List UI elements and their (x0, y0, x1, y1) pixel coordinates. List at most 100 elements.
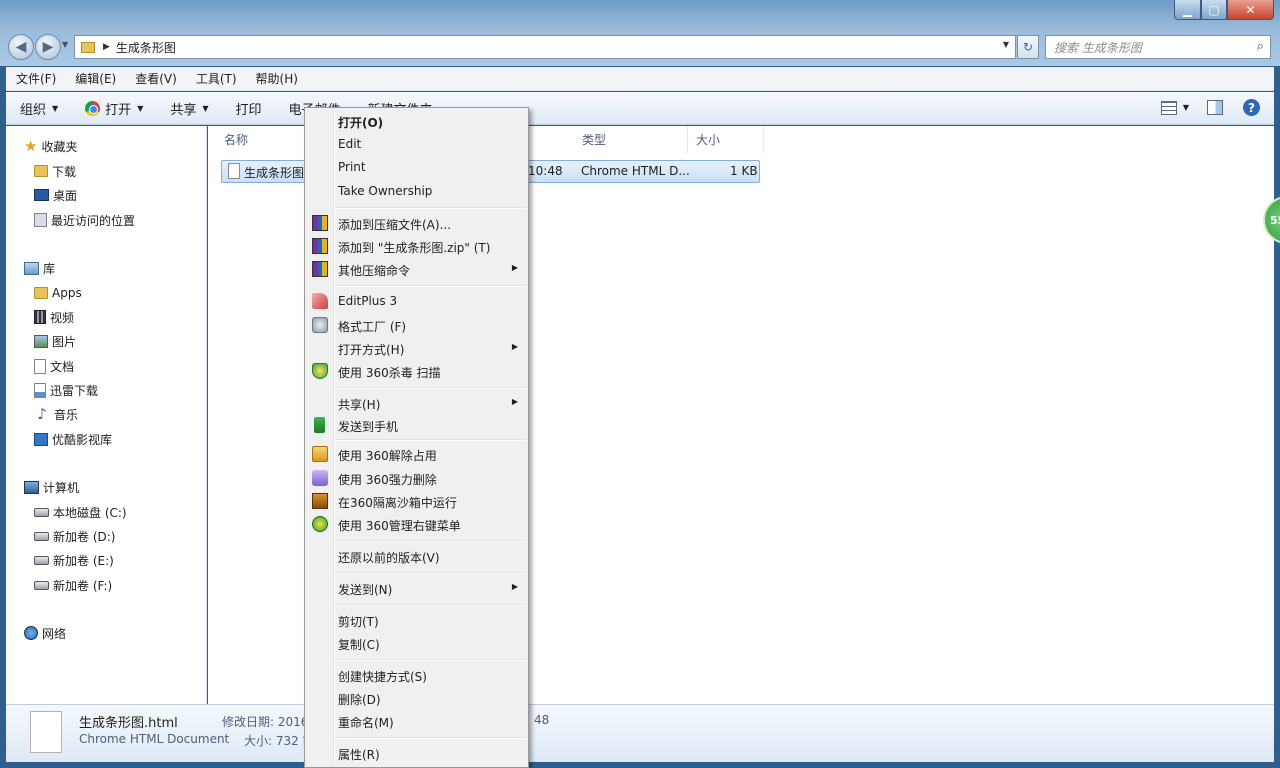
preview-pane-icon[interactable] (1207, 100, 1223, 115)
sidebar-item-downloads[interactable]: 下载 (34, 161, 76, 181)
address-dropdown-icon[interactable]: ▼ (1003, 40, 1009, 49)
open-button[interactable]: 打开 ▼ (71, 99, 156, 118)
menu-label: Take Ownership (338, 184, 433, 198)
organize-button[interactable]: 组织 ▼ (6, 99, 71, 118)
sidebar-label: 库 (43, 261, 56, 276)
menu-label: 删除(D) (338, 693, 381, 707)
menu-item-rename[interactable]: 重命名(M) (307, 710, 526, 732)
column-header-type[interactable]: 类型 (574, 126, 688, 153)
sidebar-item-recent[interactable]: 最近访问的位置 (34, 210, 135, 230)
column-label: 类型 (582, 133, 607, 147)
menu-item-print[interactable]: Print (307, 156, 526, 178)
menu-item-unlock-360[interactable]: 使用 360解除占用 (307, 443, 526, 465)
menu-item-open-with[interactable]: 打开方式(H) ▶ (307, 337, 526, 359)
menu-separator (335, 604, 526, 606)
view-options-icon[interactable] (1160, 100, 1177, 115)
menu-item-cut[interactable]: 剪切(T) (307, 609, 526, 631)
breadcrumb-chevron-icon[interactable]: ▶ (103, 42, 110, 52)
menu-item-add-zip[interactable]: 添加到 "生成条形图.zip" (T) (307, 235, 526, 257)
menu-label: 剪切(T) (338, 615, 379, 629)
share-label: 共享 (170, 102, 197, 118)
sidebar-item-desktop[interactable]: 桌面 (34, 185, 77, 205)
sidebar-item-drive-c[interactable]: 本地磁盘 (C:) (34, 502, 127, 522)
forward-button[interactable]: ▶ (35, 34, 61, 60)
column-header-size[interactable]: 大小 (688, 126, 764, 153)
phone-icon (314, 417, 325, 433)
sidebar-item-youku[interactable]: 优酷影视库 (34, 429, 112, 449)
recent-pages-dropdown[interactable]: ▼ (62, 40, 68, 49)
menu-item-manage-menu[interactable]: 使用 360管理右键菜单 (307, 513, 526, 535)
sidebar-item-apps[interactable]: Apps (34, 283, 82, 303)
refresh-button[interactable]: ↻ (1017, 35, 1039, 59)
hard-drive-icon (34, 507, 49, 517)
menu-item-restore[interactable]: 还原以前的版本(V) (307, 545, 526, 567)
menu-item-shortcut[interactable]: 创建快捷方式(S) (307, 664, 526, 686)
search-icon[interactable]: ⌕ (1257, 39, 1264, 54)
menu-item-send-to[interactable]: 发送到(N) ▶ (307, 577, 526, 599)
menu-item-edit[interactable]: Edit (307, 133, 526, 155)
minimize-button[interactable]: ▁ (1174, 0, 1201, 20)
sidebar-item-libraries[interactable]: 库 (24, 258, 55, 278)
menu-item-copy[interactable]: 复制(C) (307, 632, 526, 654)
sidebar-label: 桌面 (53, 188, 78, 203)
sidebar-item-xunlei[interactable]: 迅雷下载 (34, 380, 98, 400)
search-input[interactable]: 搜索 生成条形图 ⌕ (1045, 35, 1271, 59)
menu-item-delete[interactable]: 删除(D) (307, 687, 526, 709)
chevron-down-icon[interactable]: ▼ (1183, 103, 1189, 112)
column-header-name[interactable]: 名称 (216, 126, 316, 153)
sidebar-item-favorites[interactable]: ★ 收藏夹 (24, 136, 77, 156)
sidebar-label: 收藏夹 (41, 139, 78, 154)
sidebar-item-drive-f[interactable]: 新加卷 (F:) (34, 575, 112, 595)
download-folder-icon (34, 382, 46, 398)
menu-item-other-compress[interactable]: 其他压缩命令 ▶ (307, 258, 526, 280)
breadcrumb-current[interactable]: 生成条形图 (116, 39, 176, 56)
submenu-arrow-icon: ▶ (511, 263, 518, 272)
sidebar-item-pictures[interactable]: 图片 (34, 331, 76, 351)
command-bar: 组织▼ 打开▼ 共享▼ 打印 电子邮件 新建文件夹 ▼ ? (6, 92, 1274, 125)
menu-item-format-factory[interactable]: 格式工厂 (F) (307, 314, 526, 336)
sidebar-label: 音乐 (54, 407, 79, 422)
folder-icon (34, 287, 48, 299)
details-filename: 生成条形图.html (79, 716, 178, 731)
menu-item-sandbox[interactable]: 在360隔离沙箱中运行 (307, 490, 526, 512)
maximize-button[interactable]: ▢ (1201, 0, 1227, 20)
menu-label: 重命名(M) (338, 716, 394, 730)
antivirus-shield-icon (312, 363, 328, 379)
sidebar-item-computer[interactable]: 计算机 (24, 477, 79, 497)
menu-edit[interactable]: 编辑(E) (65, 70, 125, 87)
sidebar-item-drive-d[interactable]: 新加卷 (D:) (34, 526, 115, 546)
menu-label: 添加到压缩文件(A)... (338, 218, 452, 232)
hard-drive-icon (34, 531, 49, 541)
chevron-down-icon: ▼ (137, 103, 144, 113)
menu-help[interactable]: 帮助(H) (246, 70, 307, 87)
menu-item-editplus[interactable]: EditPlus 3 (307, 290, 526, 312)
share-button[interactable]: 共享 ▼ (156, 99, 221, 118)
format-factory-icon (312, 317, 328, 333)
sidebar-item-videos[interactable]: 视频 (34, 307, 74, 327)
sidebar-item-network[interactable]: 网络 (24, 623, 66, 643)
chevron-down-icon: ▼ (52, 103, 59, 113)
star-icon: ★ (24, 137, 38, 155)
close-button[interactable]: ✕ (1227, 0, 1274, 20)
menu-item-properties[interactable]: 属性(R) (307, 742, 526, 764)
menu-item-open[interactable]: 打开(O) (307, 110, 526, 132)
back-button[interactable]: ◀ (8, 34, 34, 60)
menu-item-force-delete[interactable]: 使用 360强力删除 (307, 467, 526, 489)
menu-item-share[interactable]: 共享(H) ▶ (307, 392, 526, 414)
sidebar-label: 本地磁盘 (C:) (53, 505, 127, 520)
address-bar[interactable]: ▶ 生成条形图 ▼ (74, 35, 1016, 59)
sidebar-item-drive-e[interactable]: 新加卷 (E:) (34, 550, 114, 570)
menu-separator (335, 540, 526, 542)
menu-label: 使用 360解除占用 (338, 449, 437, 463)
menu-item-add-archive[interactable]: 添加到压缩文件(A)... (307, 212, 526, 234)
menu-item-scan-360[interactable]: 使用 360杀毒 扫描 (307, 360, 526, 382)
menu-view[interactable]: 查看(V) (125, 70, 186, 87)
menu-item-send-phone[interactable]: 发送到手机 (307, 414, 526, 436)
menu-tools[interactable]: 工具(T) (186, 70, 246, 87)
menu-item-take-ownership[interactable]: Take Ownership (307, 180, 526, 202)
print-button[interactable]: 打印 (222, 99, 275, 118)
help-icon[interactable]: ? (1243, 99, 1260, 116)
sidebar-item-documents[interactable]: 文档 (34, 356, 74, 376)
menu-file[interactable]: 文件(F) (6, 70, 65, 87)
sidebar-item-music[interactable]: ♪ 音乐 (34, 404, 78, 424)
